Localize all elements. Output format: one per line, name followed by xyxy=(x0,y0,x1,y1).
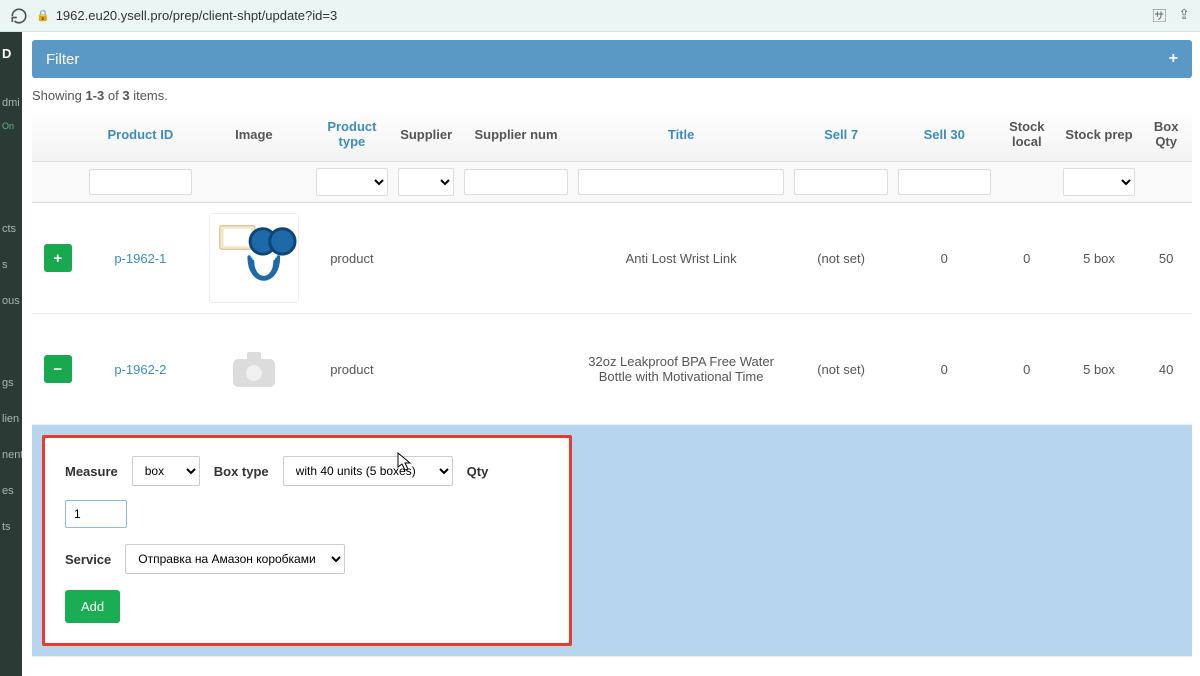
stock-prep: 5 box xyxy=(1058,657,1141,676)
sell7: (not set) xyxy=(789,657,892,676)
product-type: product xyxy=(311,203,394,314)
supplier xyxy=(393,657,459,676)
qty-input[interactable] xyxy=(65,500,127,528)
showing-summary: Showing 1-3 of 3 items. xyxy=(32,88,1192,103)
share-icon[interactable]: ⇪ xyxy=(1178,6,1190,26)
filter-title[interactable] xyxy=(578,169,785,195)
filter-supplier[interactable] xyxy=(398,168,454,196)
reload-icon[interactable] xyxy=(10,7,28,25)
translate-icon[interactable]: ⁠🈂 xyxy=(1152,6,1166,26)
header-row: Product ID Image Product type Supplier S… xyxy=(32,107,1192,162)
stock-local: 0 xyxy=(996,314,1058,425)
filter-supplier-num[interactable] xyxy=(464,169,568,195)
service-select[interactable]: Отправка на Амазон коробками xyxy=(125,544,345,574)
header-stock-local: Stock local xyxy=(996,107,1058,162)
filter-sell30[interactable] xyxy=(898,169,991,195)
filter-product-id[interactable] xyxy=(89,169,193,195)
box-qty: 40 xyxy=(1140,314,1192,425)
expand-row-button[interactable]: + xyxy=(44,244,72,272)
supplier-num xyxy=(459,203,573,314)
box-qty: 50 xyxy=(1140,203,1192,314)
qty-label: Qty xyxy=(467,464,489,479)
product-image-placeholder xyxy=(209,324,299,414)
measure-select[interactable]: box xyxy=(132,456,200,486)
boxtype-label: Box type xyxy=(214,464,269,479)
service-label: Service xyxy=(65,552,111,567)
product-image xyxy=(209,213,299,303)
filter-row xyxy=(32,162,1192,203)
row-expand-form: Measure box Box type with 40 units (5 bo… xyxy=(42,435,572,646)
lock-icon: 🔒 xyxy=(36,9,50,22)
sell7: (not set) xyxy=(789,203,892,314)
product-id-link[interactable]: p-1962-1 xyxy=(114,251,166,266)
product-type: product xyxy=(311,314,394,425)
sidebar-fragment: D dmi On cts s ous gs lien nent es ts xyxy=(0,32,22,676)
product-title: TechStone Resistance Bands Set for Men a… xyxy=(573,657,790,676)
header-expand xyxy=(32,107,84,162)
product-title: 32oz Leakproof BPA Free Water Bottle wit… xyxy=(573,314,790,425)
sell30: 0 xyxy=(893,203,996,314)
browser-address-bar: 🔒 1962.eu20.ysell.pro/prep/client-shpt/u… xyxy=(0,0,1200,32)
header-supplier-num: Supplier num xyxy=(459,107,573,162)
products-grid: Product ID Image Product type Supplier S… xyxy=(32,107,1192,676)
stock-prep: 5 box xyxy=(1058,314,1141,425)
expand-filter-icon[interactable]: + xyxy=(1169,50,1178,68)
boxtype-select[interactable]: with 40 units (5 boxes) xyxy=(283,456,453,486)
header-product-type[interactable]: Product type xyxy=(311,107,394,162)
sell7: (not set) xyxy=(789,314,892,425)
table-row: − p-1962-2 product 32oz Leakproof BPA Fr… xyxy=(32,314,1192,425)
header-title[interactable]: Title xyxy=(573,107,790,162)
stock-local: 0 xyxy=(996,203,1058,314)
filter-product-type[interactable] xyxy=(316,168,389,196)
filter-sell7[interactable] xyxy=(794,169,887,195)
product-type: product xyxy=(311,657,394,676)
header-box-qty: Box Qty xyxy=(1140,107,1192,162)
stock-local: 0 xyxy=(996,657,1058,676)
product-image-placeholder xyxy=(209,667,299,676)
header-stock-prep: Stock prep xyxy=(1058,107,1141,162)
supplier xyxy=(393,203,459,314)
sell30: 0 xyxy=(893,314,996,425)
table-row: + p-1962-1 pr xyxy=(32,203,1192,314)
product-id-link[interactable]: p-1962-2 xyxy=(114,362,166,377)
measure-label: Measure xyxy=(65,464,118,479)
supplier-num xyxy=(459,657,573,676)
header-sell7[interactable]: Sell 7 xyxy=(789,107,892,162)
table-row: + p-1962-3 product TechStone Resistance … xyxy=(32,657,1192,676)
header-image: Image xyxy=(197,107,311,162)
add-button[interactable]: Add xyxy=(65,590,120,623)
sell30: 0 xyxy=(893,657,996,676)
product-title: Anti Lost Wrist Link xyxy=(573,203,790,314)
expanded-row-panel: Measure box Box type with 40 units (5 bo… xyxy=(32,425,1192,657)
filter-title: Filter xyxy=(46,51,79,68)
supplier-num xyxy=(459,314,573,425)
collapse-row-button[interactable]: − xyxy=(44,355,72,383)
stock-prep: 5 box xyxy=(1058,203,1141,314)
filter-stock-prep[interactable] xyxy=(1063,168,1136,196)
url-text[interactable]: 1962.eu20.ysell.pro/prep/client-shpt/upd… xyxy=(56,8,1153,23)
box-qty: 60 xyxy=(1140,657,1192,676)
header-supplier: Supplier xyxy=(393,107,459,162)
supplier xyxy=(393,314,459,425)
filter-panel-header[interactable]: Filter + xyxy=(32,40,1192,78)
header-product-id[interactable]: Product ID xyxy=(84,107,198,162)
header-sell30[interactable]: Sell 30 xyxy=(893,107,996,162)
